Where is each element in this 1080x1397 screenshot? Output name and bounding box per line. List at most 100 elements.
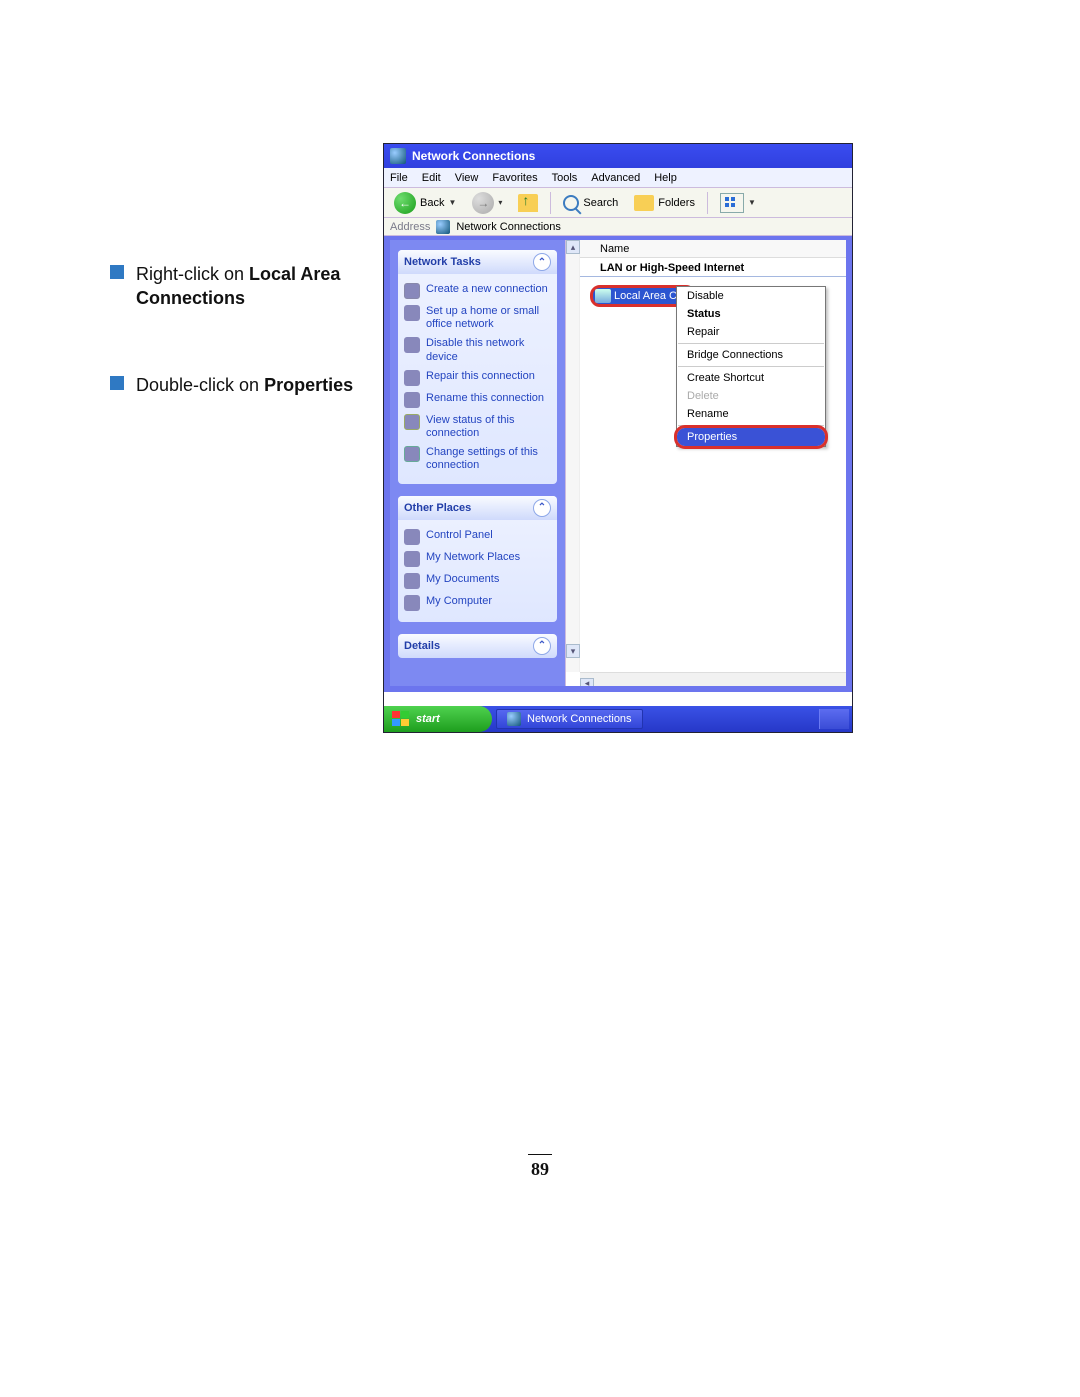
horizontal-scrollbar[interactable]: ◂ [580,672,846,686]
other-places-header[interactable]: Other Places ⌃ [398,496,557,520]
context-menu: Disable Status Repair Bridge Connections… [676,286,826,447]
task-label: Rename this connection [426,392,544,405]
toolbar-separator [550,192,551,214]
main-pane: ▴ ▾ Name LAN or High-Speed Internet Loca… [565,240,846,686]
home-network-icon [404,305,420,321]
title-bar: Network Connections [384,144,852,168]
menu-file[interactable]: File [390,172,408,184]
task-disable-device[interactable]: Disable this network device [404,334,551,366]
window-title: Network Connections [412,149,535,163]
menu-advanced[interactable]: Advanced [591,172,640,184]
task-repair[interactable]: Repair this connection [404,367,551,389]
task-rename[interactable]: Rename this connection [404,389,551,411]
toolbar-separator [707,192,708,214]
task-change-settings[interactable]: Change settings of this connection [404,443,551,475]
column-header-label: Name [600,243,629,255]
scroll-down-button[interactable]: ▾ [566,644,580,658]
forward-dropdown-icon: ▾ [498,198,502,207]
repair-icon [404,370,420,386]
details-panel: Details ⌃ [398,634,557,658]
place-my-computer[interactable]: My Computer [404,592,551,614]
views-button[interactable]: ▼ [716,191,760,215]
address-value[interactable]: Network Connections [456,221,561,233]
system-tray[interactable] [819,709,849,729]
ctx-repair[interactable]: Repair [677,323,825,341]
scroll-gutter: ▴ ▾ [566,240,580,672]
windows-logo-icon [392,711,410,727]
forward-arrow-icon: → [472,192,494,214]
task-label: View status of this connection [426,414,551,440]
ctx-separator [678,425,824,426]
views-dropdown-icon: ▼ [748,198,756,207]
ctx-properties[interactable]: Properties [677,428,825,446]
task-label: Disable this network device [426,337,551,363]
menu-edit[interactable]: Edit [422,172,441,184]
search-button[interactable]: Search [559,193,622,213]
bullet-icon [110,376,124,390]
task-setup-home[interactable]: Set up a home or small office network [404,302,551,334]
ctx-bridge[interactable]: Bridge Connections [677,346,825,364]
column-header-name[interactable]: Name [580,240,846,258]
ctx-rename[interactable]: Rename [677,405,825,423]
search-icon [563,195,579,211]
folders-button[interactable]: Folders [630,193,699,213]
xp-window: Network Connections File Edit View Favor… [383,143,853,733]
menu-help[interactable]: Help [654,172,677,184]
collapse-icon[interactable]: ⌃ [533,637,551,655]
other-places-panel: Other Places ⌃ Control Panel My Network … [398,496,557,622]
task-view-status[interactable]: View status of this connection [404,411,551,443]
menu-view[interactable]: View [455,172,479,184]
place-my-network[interactable]: My Network Places [404,548,551,570]
task-label: Set up a home or small office network [426,305,551,331]
up-button[interactable] [514,192,542,214]
folders-icon [634,195,654,211]
start-button[interactable]: start [384,706,492,732]
my-computer-icon [404,595,420,611]
place-my-documents[interactable]: My Documents [404,570,551,592]
network-tasks-header[interactable]: Network Tasks ⌃ [398,250,557,274]
start-label: start [416,713,440,725]
collapse-icon[interactable]: ⌃ [533,499,551,517]
group-header-label: LAN or High-Speed Internet [600,262,744,274]
place-label: My Computer [426,595,492,608]
task-label: Change settings of this connection [426,446,551,472]
window-icon [390,148,406,164]
other-places-title: Other Places [404,502,471,514]
taskbar-item[interactable]: Network Connections [496,709,643,729]
my-network-places-icon [404,551,420,567]
folders-label: Folders [658,197,695,209]
views-icon [720,193,744,213]
status-bar [384,692,852,706]
my-documents-icon [404,573,420,589]
taskbar-item-label: Network Connections [527,713,632,725]
instr2-prefix: Double-click on [136,375,264,395]
collapse-icon[interactable]: ⌃ [533,253,551,271]
place-control-panel[interactable]: Control Panel [404,526,551,548]
scroll-up-button[interactable]: ▴ [566,240,580,254]
back-arrow-icon: ← [394,192,416,214]
forward-button[interactable]: → ▾ [468,190,506,216]
menu-tools[interactable]: Tools [552,172,578,184]
back-button[interactable]: ← Back ▼ [390,190,460,216]
disable-icon [404,337,420,353]
tasks-pane: Network Tasks ⌃ Create a new connection … [390,240,565,686]
task-label: Repair this connection [426,370,535,383]
control-panel-icon [404,529,420,545]
back-label: Back [420,197,444,209]
ctx-disable[interactable]: Disable [677,287,825,305]
ctx-shortcut[interactable]: Create Shortcut [677,369,825,387]
ctx-status[interactable]: Status [677,305,825,323]
scroll-left-button[interactable]: ◂ [580,678,594,687]
page-number: 89 [0,1154,1080,1180]
address-bar: Address Network Connections [384,218,852,236]
back-dropdown-icon: ▼ [448,198,456,207]
place-label: My Documents [426,573,499,586]
network-tasks-panel: Network Tasks ⌃ Create a new connection … [398,250,557,484]
view-status-icon [404,414,420,430]
address-label: Address [390,221,430,233]
details-header[interactable]: Details ⌃ [398,634,557,658]
menu-favorites[interactable]: Favorites [492,172,537,184]
new-connection-icon [404,283,420,299]
task-create-connection[interactable]: Create a new connection [404,280,551,302]
toolbar: ← Back ▼ → ▾ Search Folders [384,188,852,218]
